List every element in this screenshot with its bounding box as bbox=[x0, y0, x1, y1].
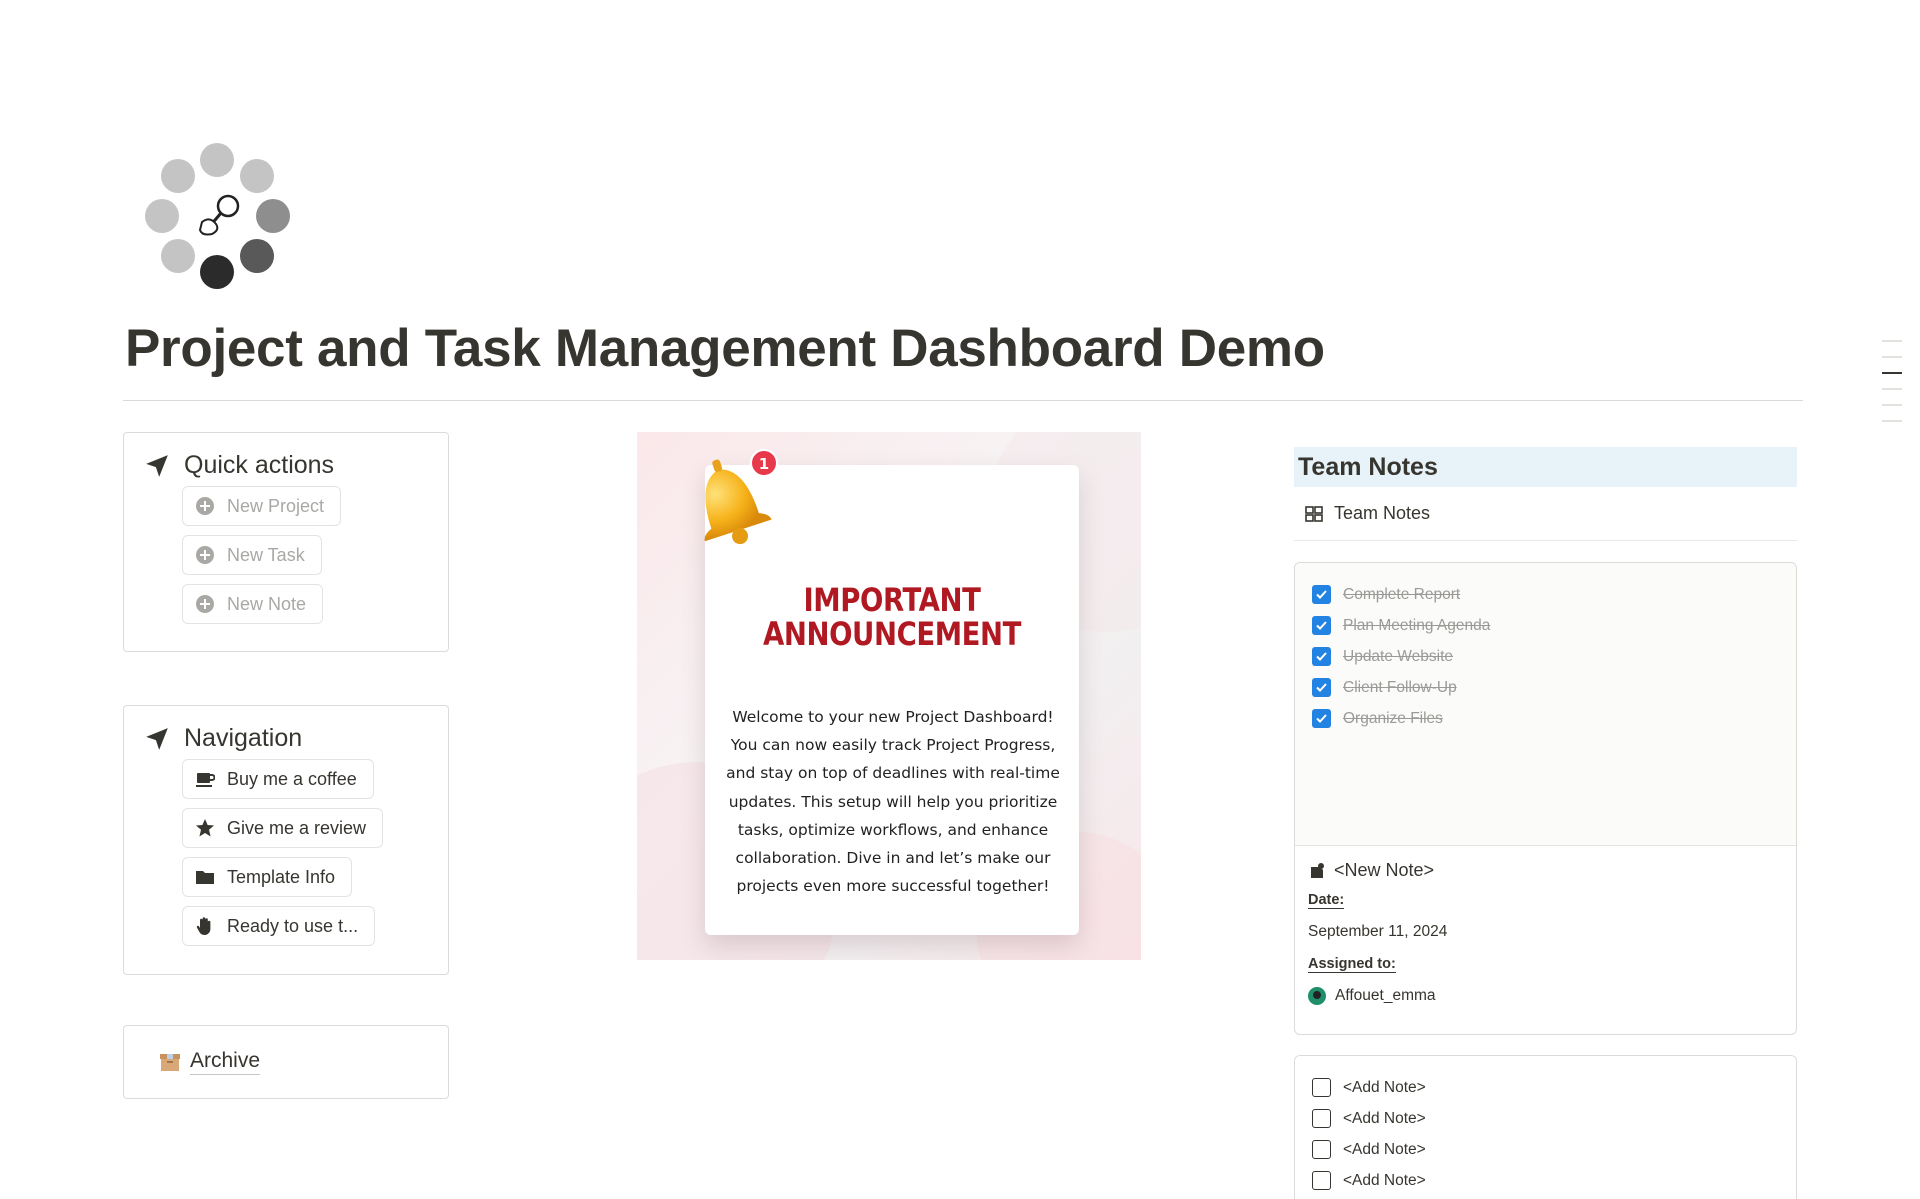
new-task-button[interactable]: New Task bbox=[182, 535, 322, 575]
star-icon bbox=[195, 818, 215, 838]
todo-item[interactable]: <Add Note> bbox=[1312, 1134, 1796, 1165]
date-value: September 11, 2024 bbox=[1308, 923, 1448, 940]
template-info-button[interactable]: Template Info bbox=[182, 857, 353, 897]
checkbox-checked[interactable] bbox=[1312, 678, 1331, 697]
outline-item[interactable] bbox=[1882, 388, 1902, 390]
plus-circle-icon bbox=[195, 594, 215, 614]
note-card[interactable]: <Add Note> <Add Note> <Add Note> <Add No… bbox=[1294, 1055, 1797, 1199]
title-divider bbox=[123, 400, 1803, 401]
navigation-arrow-icon bbox=[146, 454, 168, 477]
todo-text: Plan Meeting Agenda bbox=[1343, 616, 1491, 634]
ready-to-use-label: Ready to use t... bbox=[227, 915, 359, 936]
checkbox-checked[interactable] bbox=[1312, 616, 1331, 635]
assigned-person: Affouet_emma bbox=[1308, 987, 1796, 1005]
buy-coffee-label: Buy me a coffee bbox=[227, 768, 357, 789]
announcement-body: Welcome to your new Project Dashboard! Y… bbox=[726, 708, 1060, 896]
template-info-label: Template Info bbox=[227, 866, 336, 887]
todo-item[interactable]: Plan Meeting Agenda bbox=[1312, 610, 1796, 641]
announcement-image: IMPORTANT ANNOUNCEMENT Welcome to your n… bbox=[637, 432, 1141, 960]
page-title: Project and Task Management Dashboard De… bbox=[125, 319, 1325, 378]
checkbox-unchecked[interactable] bbox=[1312, 1109, 1331, 1128]
todo-item[interactable]: <Add Note> bbox=[1312, 1165, 1796, 1196]
todo-item[interactable]: <Add Note> bbox=[1312, 1072, 1796, 1103]
navigation-callout: Navigation Buy me a coffee Give me a rev… bbox=[123, 705, 449, 975]
notification-badge: 1 bbox=[759, 455, 769, 473]
bell-icon: 1 bbox=[704, 449, 778, 545]
page-icon[interactable] bbox=[140, 140, 300, 300]
checkbox-checked[interactable] bbox=[1312, 647, 1331, 666]
ready-to-use-button[interactable]: Ready to use t... bbox=[182, 906, 376, 946]
note-card-properties: <New Note> Date: September 11, 2024 Assi… bbox=[1295, 845, 1796, 1005]
coffee-icon bbox=[195, 769, 215, 789]
outline-item[interactable] bbox=[1882, 420, 1902, 422]
outline-item[interactable] bbox=[1882, 404, 1902, 406]
todo-text: <Add Note> bbox=[1343, 1140, 1426, 1158]
assigned-person-name: Affouet_emma bbox=[1335, 987, 1436, 1004]
checkbox-checked[interactable] bbox=[1312, 709, 1331, 728]
todo-item[interactable]: Complete Report bbox=[1312, 579, 1796, 610]
todo-text: Organize Files bbox=[1343, 709, 1443, 727]
plus-circle-icon bbox=[195, 496, 215, 516]
checkbox-unchecked[interactable] bbox=[1312, 1140, 1331, 1159]
new-project-button[interactable]: New Project bbox=[182, 486, 342, 526]
note-card[interactable]: Complete Report Plan Meeting Agenda Upda… bbox=[1294, 562, 1797, 1035]
team-notes-divider bbox=[1294, 540, 1797, 541]
todo-text: <Add Note> bbox=[1343, 1078, 1426, 1096]
assigned-label: Assigned to: bbox=[1308, 956, 1396, 973]
new-note-label: New Note bbox=[227, 593, 307, 614]
new-project-label: New Project bbox=[227, 495, 325, 516]
give-review-label: Give me a review bbox=[227, 817, 367, 838]
give-review-button[interactable]: Give me a review bbox=[182, 808, 384, 848]
checkbox-checked[interactable] bbox=[1312, 585, 1331, 604]
folder-icon bbox=[195, 867, 215, 887]
buy-coffee-button[interactable]: Buy me a coffee bbox=[182, 759, 374, 799]
archive-link[interactable]: Archive bbox=[123, 1025, 449, 1099]
plus-circle-icon bbox=[195, 545, 215, 565]
navigation-arrow-icon bbox=[146, 727, 168, 750]
date-label: Date: bbox=[1308, 892, 1345, 909]
todo-item[interactable]: <Add Note> bbox=[1312, 1103, 1796, 1134]
team-notes-heading: Team Notes bbox=[1294, 447, 1797, 487]
team-notes-view-label: Team Notes bbox=[1334, 503, 1431, 523]
archive-box-icon bbox=[160, 1054, 180, 1071]
new-note-button[interactable]: New Note bbox=[182, 584, 324, 624]
note-card-preview: <Add Note> <Add Note> <Add Note> <Add No… bbox=[1295, 1056, 1796, 1199]
note-title[interactable]: <New Note> bbox=[1308, 860, 1796, 881]
todo-text: <Add Note> bbox=[1343, 1171, 1426, 1189]
quick-actions-callout: Quick actions New Project New Task New N… bbox=[123, 432, 449, 652]
new-task-label: New Task bbox=[227, 544, 305, 565]
avatar bbox=[1308, 987, 1326, 1005]
todo-text: <Add Note> bbox=[1343, 1109, 1426, 1127]
note-icon bbox=[1311, 862, 1324, 878]
hand-icon bbox=[195, 916, 215, 936]
todo-text: Update Website bbox=[1343, 647, 1453, 665]
checkbox-unchecked[interactable] bbox=[1312, 1078, 1331, 1097]
announcement-heading-line2: ANNOUNCEMENT bbox=[763, 615, 1021, 653]
team-notes-view-tab[interactable]: Team Notes bbox=[1304, 503, 1430, 524]
outline-item-active[interactable] bbox=[1882, 372, 1902, 374]
todo-text: Client Follow-Up bbox=[1343, 678, 1457, 696]
note-title-text: <New Note> bbox=[1334, 860, 1435, 880]
navigation-heading: Navigation bbox=[184, 724, 303, 752]
archive-label: Archive bbox=[190, 1049, 261, 1075]
todo-item[interactable]: Update Website bbox=[1312, 641, 1796, 672]
note-card-preview: Complete Report Plan Meeting Agenda Upda… bbox=[1295, 563, 1796, 845]
quick-actions-heading: Quick actions bbox=[184, 451, 335, 479]
outline-item[interactable] bbox=[1882, 340, 1902, 342]
outline-item[interactable] bbox=[1882, 356, 1902, 358]
checkbox-unchecked[interactable] bbox=[1312, 1171, 1331, 1190]
todo-text: Complete Report bbox=[1343, 585, 1461, 603]
todo-item[interactable]: Organize Files bbox=[1312, 703, 1796, 734]
announcement-heading-line1: IMPORTANT bbox=[803, 581, 981, 619]
announcement-heading: IMPORTANT ANNOUNCEMENT bbox=[731, 583, 1053, 651]
todo-item[interactable]: Client Follow-Up bbox=[1312, 672, 1796, 703]
page-outline[interactable] bbox=[1882, 340, 1902, 436]
gallery-grid-icon bbox=[1305, 505, 1323, 522]
